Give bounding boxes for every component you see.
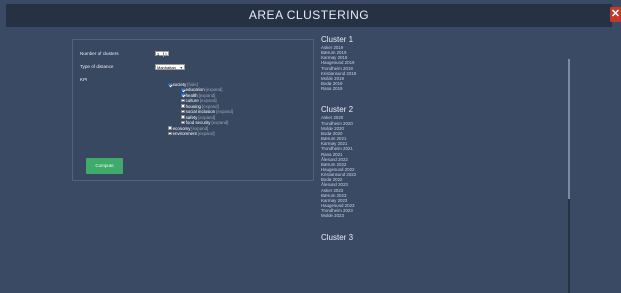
kpi-item-culture: culture[expand]	[181, 98, 217, 103]
kpi-label-economy: economy	[172, 125, 191, 131]
clusters-label: Number of clusters	[80, 51, 119, 56]
kpi-toggle-economy[interactable]: [expand]	[191, 126, 208, 131]
kpi-checkbox-housing[interactable]	[181, 104, 185, 108]
kpi-toggle-food-security[interactable]: [expand]	[212, 120, 229, 125]
distance-label: Type of distance	[80, 64, 114, 69]
kpi-checkbox-education[interactable]	[181, 87, 185, 92]
kpi-toggle-housing[interactable]: [expand]	[202, 104, 219, 109]
cluster-member: Molde 2023	[321, 213, 344, 219]
kpi-toggle-culture[interactable]: [expand]	[200, 98, 217, 103]
stepper-icon[interactable]: ⇕	[163, 52, 168, 57]
close-button[interactable]: ✕	[610, 7, 621, 22]
kpi-toggle-social-inclusion[interactable]: [expand]	[216, 109, 233, 114]
kpi-item-environment: environment[expand]	[168, 131, 215, 136]
kpi-checkbox-food-security[interactable]	[181, 120, 185, 125]
kpi-item-housing: housing[expand]	[181, 104, 219, 109]
kpi-item-food-security: food security[expand]	[181, 120, 228, 125]
kpi-label-education: education	[185, 87, 205, 92]
clusters-number-input[interactable]: 3 ⇕	[155, 51, 169, 57]
cluster-title: Cluster 1	[321, 35, 354, 44]
kpi-label-food-security: food security	[185, 120, 211, 125]
kpi-label: KPI	[80, 77, 88, 82]
cluster-member: Rana 2019	[321, 86, 343, 92]
kpi-label-social-inclusion: social inclusion	[185, 109, 216, 114]
kpi-checkbox-health[interactable]	[181, 93, 185, 97]
chevron-down-icon: ▼	[179, 66, 183, 70]
kpi-item-economy: economy[expand]	[168, 126, 208, 131]
compute-button[interactable]: Compute	[86, 158, 123, 174]
kpi-toggle-safety[interactable]: [expand]	[198, 115, 215, 120]
kpi-label-environment: environment	[172, 131, 197, 136]
kpi-checkbox-environment[interactable]	[168, 131, 172, 136]
kpi-label-health: health	[185, 92, 198, 98]
kpi-item-social-inclusion: social inclusion[expand]	[181, 109, 233, 114]
kpi-checkbox-economy[interactable]	[168, 126, 172, 130]
kpi-item-education: education[expand]	[181, 87, 223, 92]
cluster-block: Cluster 3	[321, 233, 451, 242]
cluster-results: Cluster 1 Asker 2019 Bærum 2019 Karmøy 2019…	[321, 35, 451, 265]
clusters-value: 3	[157, 52, 160, 57]
cluster-block: Cluster 1 Asker 2019 Bærum 2019 Karmøy 2019…	[321, 35, 451, 91]
kpi-item-safety: safety[expand]	[181, 115, 215, 120]
kpi-checkbox-culture[interactable]	[181, 98, 185, 103]
kpi-label-housing: housing	[185, 103, 201, 109]
window-title: AREA CLUSTERING	[248, 8, 370, 22]
distance-select[interactable]: Manhattan ▼	[155, 64, 185, 70]
distance-value: Manhattan	[157, 65, 176, 70]
kpi-item-health: health[expand]	[181, 93, 215, 98]
cluster-title: Cluster 3	[321, 232, 354, 242]
main-area: Number of clusters 3 ⇕ Type of distance …	[6, 27, 612, 293]
kpi-label-safety: safety	[185, 114, 198, 120]
kpi-checkbox-social-inclusion[interactable]	[181, 109, 185, 114]
kpi-toggle-education[interactable]: [expand]	[206, 87, 223, 92]
cluster-title: Cluster 2	[321, 105, 354, 115]
kpi-label-culture: culture	[185, 98, 199, 103]
settings-panel: Number of clusters 3 ⇕ Type of distance …	[72, 39, 314, 181]
cluster-block: Cluster 2 Asker 2020 Trondheim 2020 Molde 2…	[321, 105, 451, 218]
kpi-toggle-environment[interactable]: [expand]	[198, 131, 215, 136]
scrollbar-thumb[interactable]	[568, 59, 570, 199]
kpi-checkbox-safety[interactable]	[181, 115, 185, 119]
title-bar: AREA CLUSTERING	[6, 4, 612, 27]
results-scrollbar[interactable]	[568, 59, 570, 293]
kpi-checkbox-society[interactable]	[168, 82, 172, 87]
kpi-toggle-health[interactable]: [expand]	[199, 93, 216, 98]
